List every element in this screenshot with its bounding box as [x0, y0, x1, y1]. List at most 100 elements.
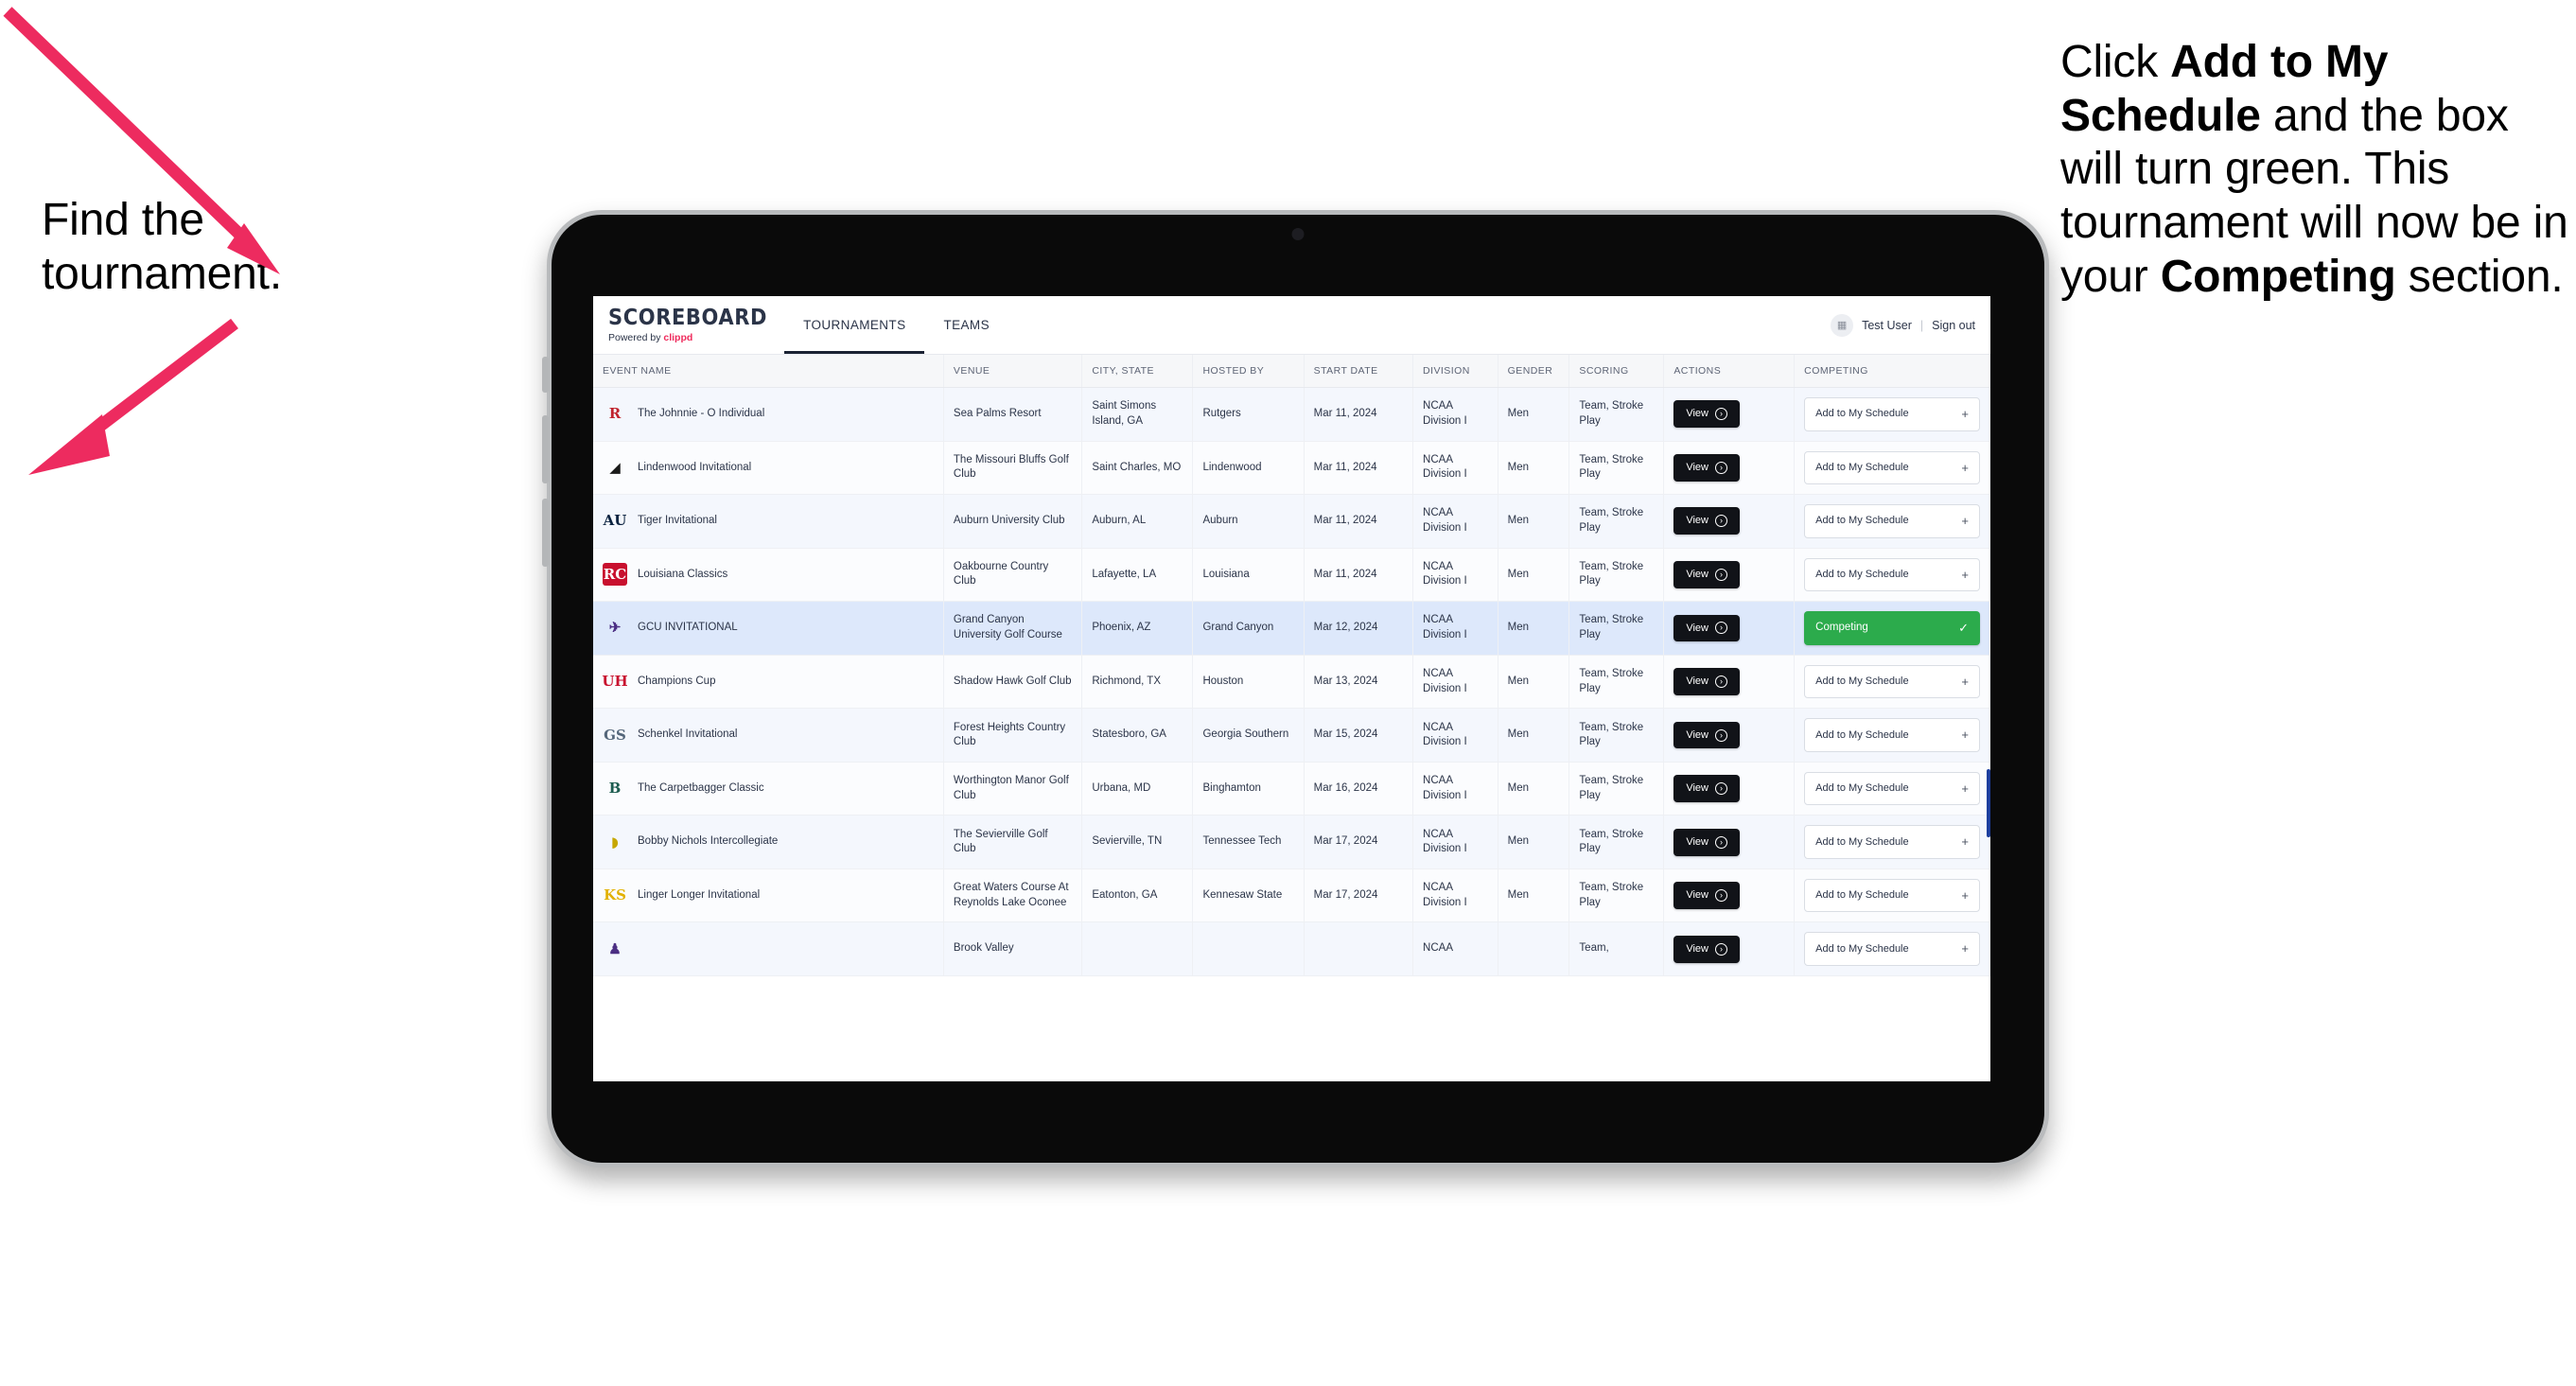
device-button-volume-down[interactable] — [542, 499, 549, 567]
page-root: Find the tournament. Click Add to My Sch… — [0, 0, 2576, 1386]
competing-button[interactable]: Competing ✓ — [1804, 611, 1980, 645]
team-logo-icon: KS — [604, 886, 626, 904]
view-button-label: View — [1686, 515, 1709, 527]
add-to-my-schedule-button[interactable]: Add to My Schedule + — [1804, 771, 1980, 806]
cell-actions: View › — [1663, 762, 1796, 816]
table-row[interactable]: R The Johnnie - O Individual Sea Palms R… — [593, 387, 1990, 442]
view-button[interactable]: View › — [1674, 453, 1740, 482]
table-row[interactable]: KS Linger Longer Invitational Great Wate… — [593, 868, 1990, 923]
event-cell: B The Carpetbagger Classic — [603, 778, 934, 800]
tournaments-table-container[interactable]: EVENT NAME VENUE CITY, STATE HOSTED BY S… — [593, 355, 1990, 1081]
table-row[interactable]: ◢ Lindenwood Invitational The Missouri B… — [593, 441, 1990, 496]
col-gender[interactable]: GENDER — [1498, 355, 1570, 388]
device-button-volume-up[interactable] — [542, 415, 549, 483]
add-to-my-schedule-label: Add to My Schedule — [1815, 408, 1909, 420]
cell-competing: Add to My Schedule + — [1794, 762, 1990, 816]
tab-tournaments[interactable]: TOURNAMENTS — [784, 296, 925, 354]
col-venue[interactable]: VENUE — [943, 355, 1083, 388]
view-button[interactable]: View › — [1674, 935, 1740, 963]
table-row[interactable]: ♟ Brook Valley NCAA Team, View › Add to … — [593, 921, 1990, 977]
col-competing: COMPETING — [1794, 355, 1990, 388]
cell-scoring: Team, Stroke Play — [1568, 601, 1665, 656]
view-button-label: View — [1686, 728, 1709, 741]
table-row[interactable]: GS Schenkel Invitational Forest Heights … — [593, 708, 1990, 763]
sign-out-link[interactable]: Sign out — [1932, 319, 1975, 332]
col-hosted-by[interactable]: HOSTED BY — [1192, 355, 1305, 388]
tablet-screen: SCOREBOARD Powered by clippd TOURNAMENTS… — [593, 296, 1990, 1081]
table-head: EVENT NAME VENUE CITY, STATE HOSTED BY S… — [593, 355, 1990, 388]
table-row[interactable]: RC Louisiana Classics Oakbourne Country … — [593, 548, 1990, 603]
add-to-my-schedule-button[interactable]: Add to My Schedule + — [1804, 718, 1980, 752]
event-name-text[interactable]: The Johnnie - O Individual — [638, 407, 764, 422]
competing-label: Competing — [1815, 622, 1868, 634]
cell-event-name: ✈ GCU INVITATIONAL — [593, 601, 944, 656]
view-button[interactable]: View › — [1674, 560, 1740, 588]
view-button[interactable]: View › — [1674, 721, 1740, 749]
view-button[interactable]: View › — [1674, 668, 1740, 695]
col-start-date[interactable]: START DATE — [1304, 355, 1414, 388]
view-button-label: View — [1686, 568, 1709, 580]
header-separator: | — [1919, 318, 1924, 332]
cell-venue: Worthington Manor Golf Club — [943, 762, 1083, 816]
grid-icon[interactable]: ▦ — [1831, 313, 1854, 337]
cell-hosted-by: Houston — [1192, 655, 1305, 710]
event-name-text[interactable]: Lindenwood Invitational — [638, 461, 751, 476]
table-row[interactable]: UH Champions Cup Shadow Hawk Golf Club R… — [593, 655, 1990, 710]
cell-division: NCAA Division I — [1412, 655, 1498, 710]
event-name-text[interactable]: Linger Longer Invitational — [638, 888, 760, 904]
cell-city-state: Saint Charles, MO — [1081, 441, 1194, 496]
view-button[interactable]: View › — [1674, 882, 1740, 910]
table-row[interactable]: AU Tiger Invitational Auburn University … — [593, 494, 1990, 549]
cell-scoring: Team, Stroke Play — [1568, 494, 1665, 549]
cell-actions: View › — [1663, 708, 1796, 763]
event-name-text[interactable]: GCU INVITATIONAL — [638, 621, 738, 636]
add-to-my-schedule-button[interactable]: Add to My Schedule + — [1804, 878, 1980, 913]
add-to-my-schedule-button[interactable]: Add to My Schedule + — [1804, 450, 1980, 485]
col-event-name[interactable]: EVENT NAME — [593, 355, 944, 388]
table-row[interactable]: ◗ Bobby Nichols Intercollegiate The Sevi… — [593, 815, 1990, 869]
plus-icon: + — [1961, 674, 1969, 689]
cell-city-state: Lafayette, LA — [1081, 548, 1194, 603]
col-city-state[interactable]: CITY, STATE — [1081, 355, 1194, 388]
event-cell: R The Johnnie - O Individual — [603, 403, 934, 426]
col-scoring[interactable]: SCORING — [1568, 355, 1665, 388]
tab-teams[interactable]: TEAMS — [924, 296, 1008, 354]
vertical-scrollbar[interactable] — [1987, 769, 1990, 837]
event-name-text[interactable]: Schenkel Invitational — [638, 728, 737, 743]
table-header-row: EVENT NAME VENUE CITY, STATE HOSTED BY S… — [593, 355, 1990, 388]
cell-start-date: Mar 17, 2024 — [1304, 815, 1414, 869]
event-name-text[interactable]: Tiger Invitational — [638, 514, 717, 529]
event-cell: KS Linger Longer Invitational — [603, 885, 934, 907]
device-button-power[interactable] — [542, 357, 549, 393]
add-to-my-schedule-button[interactable]: Add to My Schedule + — [1804, 557, 1980, 592]
event-name-text[interactable]: The Carpetbagger Classic — [638, 781, 764, 797]
event-name-text[interactable]: Louisiana Classics — [638, 568, 727, 583]
view-button[interactable]: View › — [1674, 828, 1740, 856]
cell-venue: Forest Heights Country Club — [943, 708, 1083, 763]
view-button[interactable]: View › — [1674, 400, 1740, 429]
user-name[interactable]: Test User — [1862, 319, 1912, 332]
add-to-my-schedule-button[interactable]: Add to My Schedule + — [1804, 664, 1980, 699]
brand-logo[interactable]: SCOREBOARD Powered by clippd — [593, 296, 784, 354]
col-division[interactable]: DIVISION — [1412, 355, 1498, 388]
cell-division: NCAA Division I — [1412, 494, 1498, 549]
add-to-my-schedule-button[interactable]: Add to My Schedule + — [1804, 825, 1980, 859]
cell-start-date: Mar 11, 2024 — [1304, 548, 1414, 603]
plus-icon: + — [1961, 407, 1969, 421]
tab-tournaments-label: TOURNAMENTS — [803, 318, 906, 332]
cell-city-state: Sevierville, TN — [1081, 815, 1194, 869]
view-button[interactable]: View › — [1674, 614, 1740, 642]
add-to-my-schedule-button[interactable]: Add to My Schedule + — [1804, 932, 1980, 967]
add-to-my-schedule-button[interactable]: Add to My Schedule + — [1804, 504, 1980, 538]
event-name-text[interactable]: Champions Cup — [638, 675, 715, 690]
add-to-my-schedule-button[interactable]: Add to My Schedule + — [1804, 397, 1980, 431]
view-button[interactable]: View › — [1674, 507, 1740, 535]
cell-hosted-by: Louisiana — [1192, 548, 1305, 603]
cell-hosted-by: Tennessee Tech — [1192, 815, 1305, 869]
cell-city-state: Saint Simons Island, GA — [1081, 387, 1194, 442]
view-button[interactable]: View › — [1674, 775, 1740, 803]
table-row[interactable]: B The Carpetbagger Classic Worthington M… — [593, 762, 1990, 816]
arrow-right-circle-icon: › — [1715, 889, 1727, 903]
event-name-text[interactable]: Bobby Nichols Intercollegiate — [638, 834, 778, 850]
table-row[interactable]: ✈ GCU INVITATIONAL Grand Canyon Universi… — [593, 601, 1990, 656]
